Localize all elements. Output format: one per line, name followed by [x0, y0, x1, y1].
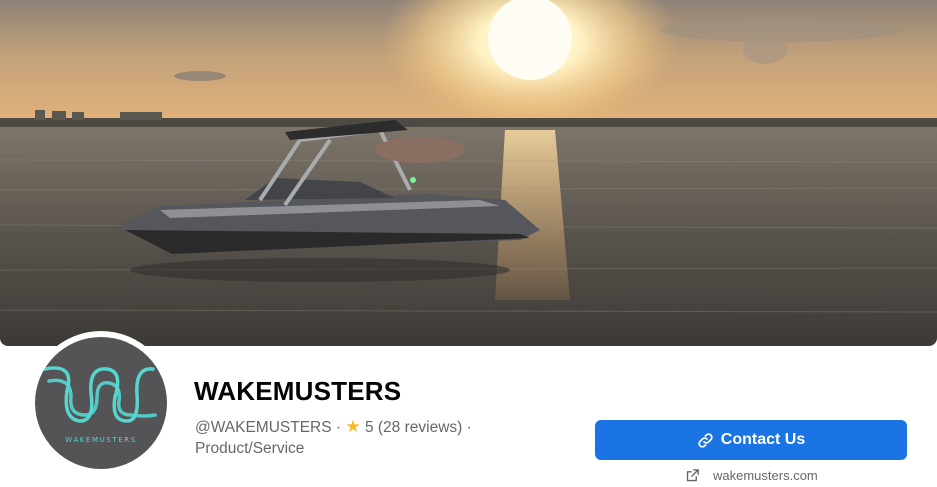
avatar[interactable]: WAKEMUSTERS [35, 337, 167, 469]
rating-value: 5 [364, 419, 374, 436]
link-icon [698, 432, 713, 448]
wakemusters-logo-icon [43, 366, 157, 423]
website-link[interactable]: wakemusters.com [685, 466, 818, 484]
website-url: wakemusters.com [713, 467, 818, 483]
cover-photo[interactable] [0, 0, 937, 346]
meta-separator: · [335, 419, 342, 436]
reviews-link[interactable]: (28 reviews) [378, 419, 462, 436]
page-title: WAKEMUSTERS [194, 376, 402, 406]
meta-separator: · [466, 419, 472, 436]
avatar-logo-text: WAKEMUSTERS [65, 436, 137, 444]
external-link-icon [686, 468, 699, 481]
page-category: Product/Service [195, 440, 305, 457]
page-meta: @WAKEMUSTERS · ★ 5 (28 reviews) · Produc… [195, 416, 495, 459]
page-handle: @WAKEMUSTERS [195, 419, 332, 436]
contact-us-label: Contact Us [720, 431, 806, 448]
star-icon: ★ [345, 417, 361, 436]
contact-us-button[interactable]: Contact Us [595, 420, 907, 460]
